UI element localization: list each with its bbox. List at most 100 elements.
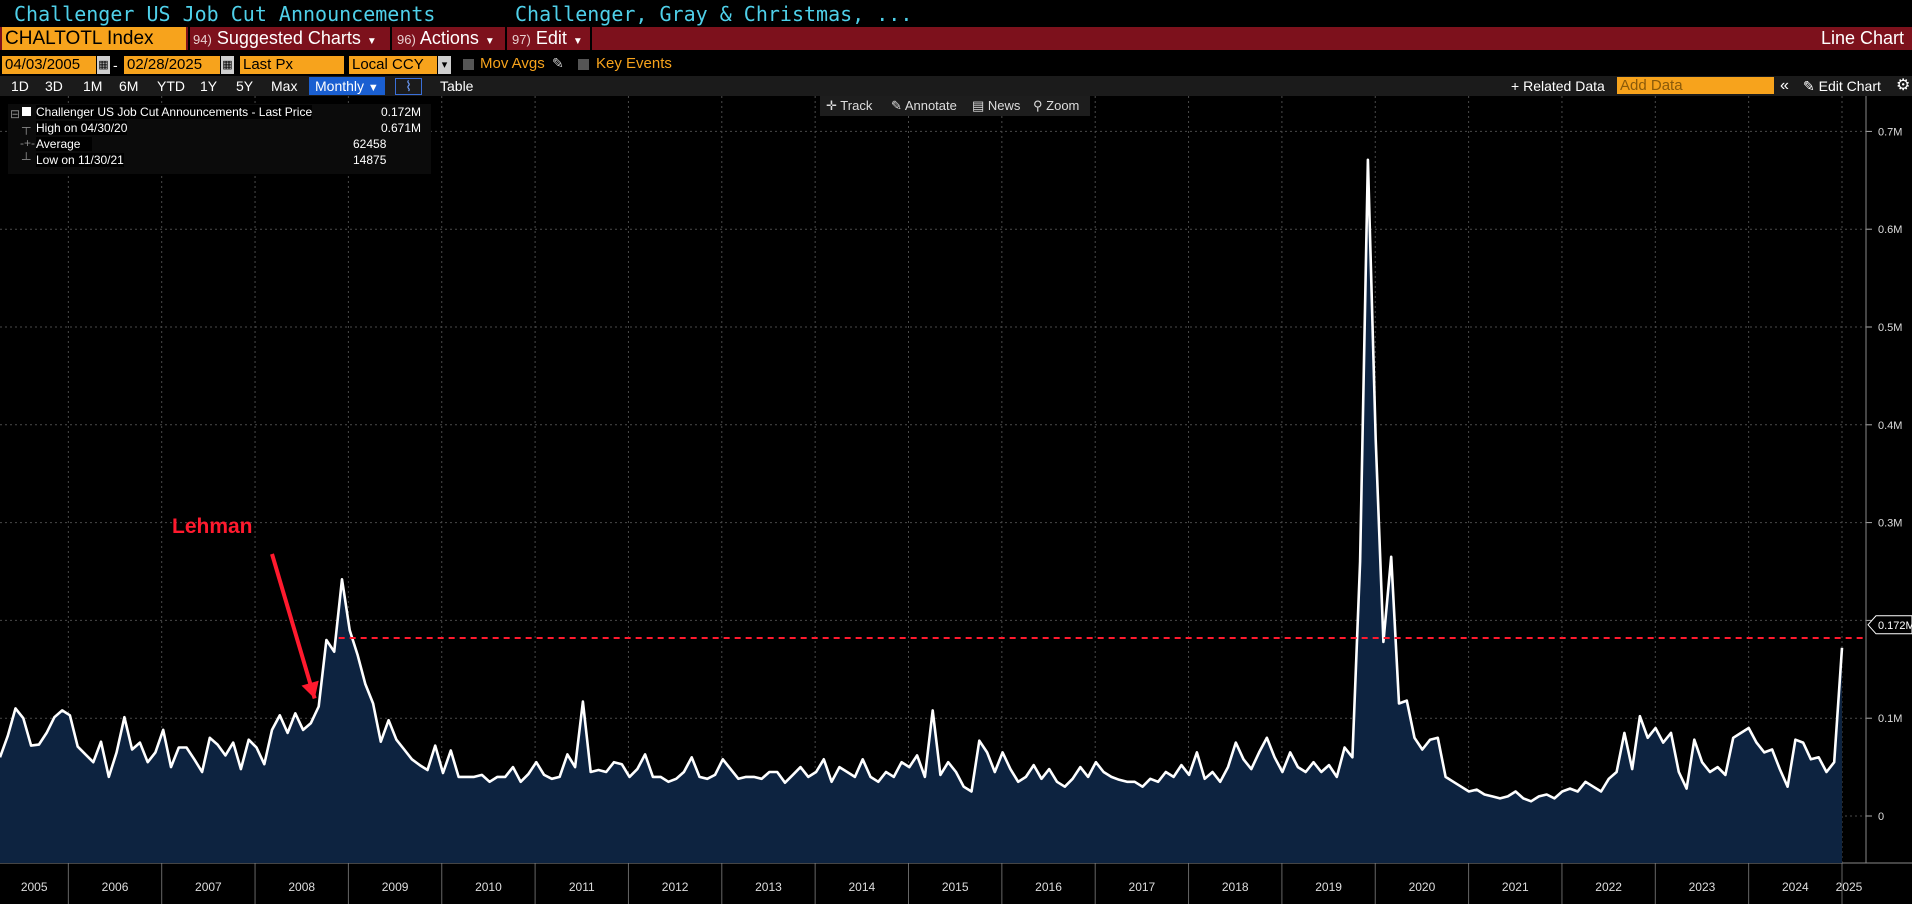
y-tick-label: 0.5M [1878, 322, 1902, 334]
suggested-charts-label: Suggested Charts [216, 28, 361, 48]
caret-down-icon: ▼ [366, 36, 377, 47]
frequency-dropdown[interactable]: Monthly ▼ [309, 77, 385, 95]
x-tick-label: 2014 [848, 880, 875, 894]
gear-icon[interactable]: ⚙ [1896, 77, 1910, 95]
frequency-label: Monthly [315, 78, 365, 94]
x-tick-label: 2008 [288, 880, 315, 894]
period-3d[interactable]: 3D [45, 77, 63, 95]
y-tick-label: 0.7M [1878, 126, 1902, 138]
edit-chart-label: Edit Chart [1818, 78, 1881, 94]
x-tick-label: 2013 [755, 880, 782, 894]
key-events-checkbox[interactable] [578, 59, 589, 70]
x-tick-label: 2006 [102, 880, 129, 894]
legend-series-value: 0.172M [381, 105, 422, 119]
average-marker-icon: -+- [20, 136, 35, 150]
news-label: News [987, 98, 1021, 113]
calendar-icon[interactable]: ▦ [221, 56, 234, 74]
ticker-field[interactable]: CHALTOTL Index [2, 27, 186, 50]
collapse-icon[interactable]: « [1780, 77, 1789, 95]
toolbar-separator [390, 27, 392, 50]
period-1d[interactable]: 1D [11, 77, 29, 95]
plus-icon: + [1511, 78, 1520, 94]
mov-avgs-checkbox[interactable] [463, 59, 474, 70]
x-tick-label: 2023 [1689, 880, 1716, 894]
zoom-tool[interactable]: ⚲ Zoom [1033, 97, 1079, 115]
series-area [0, 159, 1842, 864]
x-tick-label: 2011 [569, 880, 595, 894]
actions-button[interactable]: 96) Actions ▼ [397, 27, 495, 50]
caret-down-icon: ▼ [572, 36, 583, 47]
job-cuts-chart[interactable]: 00.1M0.2M0.3M0.4M0.5M0.6M0.7M20052006200… [0, 96, 1912, 904]
end-date-field[interactable]: 02/28/2025 [124, 56, 220, 74]
annotate-tool[interactable]: ✎ Annotate [891, 97, 957, 115]
legend-avg-value: 62458 [353, 137, 387, 151]
period-1m[interactable]: 1M [83, 77, 102, 95]
x-tick-label: 2018 [1222, 880, 1249, 894]
suggested-charts-button[interactable]: 94) Suggested Charts ▼ [193, 27, 377, 50]
news-icon: ▤ [972, 98, 985, 113]
x-tick-label: 2021 [1502, 880, 1529, 894]
x-tick-label: 2005 [21, 880, 48, 894]
last-value-label: 0.172M [1878, 620, 1912, 632]
chart-type-label: Line Chart [1820, 28, 1904, 48]
edit-button[interactable]: 97) Edit ▼ [512, 27, 583, 50]
pencil-icon[interactable]: ✎ [552, 55, 564, 72]
series-swatch[interactable] [22, 107, 31, 116]
actions-num: 96) [397, 32, 416, 47]
magnifier-icon: ⚲ [1033, 98, 1043, 113]
period-max[interactable]: Max [271, 77, 297, 95]
y-tick-label: 0.1M [1878, 713, 1902, 725]
legend-collapse-icon[interactable]: ⊟ [10, 107, 20, 121]
y-tick-label: 0.4M [1878, 420, 1902, 432]
field-selector[interactable]: Last Px [240, 56, 344, 74]
security-title: Challenger US Job Cut Announcements [14, 2, 436, 26]
track-tool[interactable]: ✛ Track [826, 97, 872, 115]
crosshair-icon: ✛ [826, 98, 837, 113]
add-data-input[interactable]: Add Data [1617, 77, 1774, 94]
annotation-arrowhead [301, 680, 319, 699]
legend-low-label: Low on 11/30/21 [36, 153, 124, 167]
y-tick-label: 0.3M [1878, 518, 1902, 530]
caret-down-icon: ▼ [484, 36, 495, 47]
legend-high-label: High on 04/30/20 [36, 121, 128, 135]
calendar-icon[interactable]: ▦ [97, 56, 110, 74]
series-line[interactable] [0, 158, 1844, 803]
toolbar-separator [188, 27, 190, 50]
legend-low-value: 14875 [353, 153, 387, 167]
edit-num: 97) [512, 32, 531, 47]
period-5y[interactable]: 5Y [236, 77, 253, 95]
edit-label: Edit [535, 28, 567, 48]
y-tick-label: 0 [1878, 811, 1884, 823]
edit-chart-button[interactable]: ✎ Edit Chart [1803, 77, 1881, 95]
legend-panel: ⊟ Challenger US Job Cut Announcements - … [8, 104, 431, 174]
legend-avg-label: Average [36, 137, 92, 151]
x-tick-label: 2016 [1035, 880, 1062, 894]
period-6m[interactable]: 6M [119, 77, 138, 95]
period-1y[interactable]: 1Y [200, 77, 217, 95]
high-marker-icon: ┬ [22, 120, 31, 134]
x-tick-label: 2019 [1315, 880, 1342, 894]
low-marker-icon: ┴ [22, 152, 31, 166]
news-tool[interactable]: ▤ News [972, 97, 1020, 115]
currency-selector[interactable]: Local CCY [349, 56, 437, 74]
x-tick-label: 2022 [1595, 880, 1622, 894]
y-tick-label: 0.6M [1878, 224, 1902, 236]
annotation-arrow-shaft [270, 553, 317, 700]
x-tick-label: 2024 [1782, 880, 1809, 894]
chart-style-icon[interactable]: ⌇ [395, 78, 422, 95]
legend-series-name: Challenger US Job Cut Announcements - La… [36, 105, 313, 119]
table-button[interactable]: Table [440, 77, 473, 95]
related-data-button[interactable]: + Related Data [1511, 77, 1605, 95]
x-tick-label: 2017 [1129, 880, 1156, 894]
mov-avgs-label: Mov Avgs [480, 55, 545, 72]
x-tick-label: 2012 [662, 880, 689, 894]
start-date-field[interactable]: 04/03/2005 [2, 56, 96, 74]
x-tick-label: 2025 [1836, 880, 1863, 894]
suggested-charts-num: 94) [193, 32, 212, 47]
period-ytd[interactable]: YTD [157, 77, 185, 95]
chevron-down-icon[interactable]: ▾ [438, 56, 451, 74]
title-bar: Challenger US Job Cut Announcements Chal… [0, 0, 1912, 27]
data-source: Challenger, Gray & Christmas, ... [515, 2, 913, 26]
pencil-icon: ✎ [891, 98, 902, 113]
caret-down-icon: ▼ [367, 82, 379, 94]
